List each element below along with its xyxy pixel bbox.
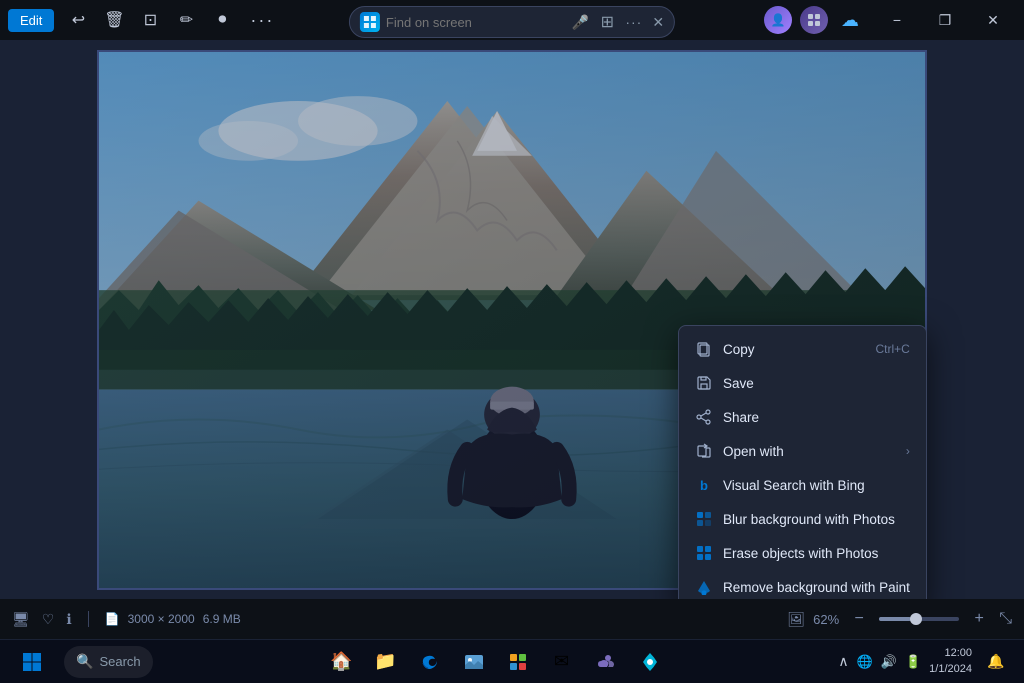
save-menu-item[interactable]: Save bbox=[679, 366, 926, 400]
taskbar-mail[interactable]: ✉ bbox=[542, 644, 582, 680]
fullscreen-button[interactable]: ⤡ bbox=[999, 610, 1012, 628]
zoom-slider[interactable] bbox=[879, 617, 959, 621]
snip-logo bbox=[360, 12, 380, 32]
copy-icon bbox=[695, 340, 713, 358]
chevron-up-icon[interactable]: ∧ bbox=[838, 653, 848, 670]
edit-label: Edit bbox=[20, 13, 42, 28]
system-icons: 👤 ☁ bbox=[764, 6, 864, 34]
status-bar: 🖥 ♡ ℹ 📄 3000 × 2000 6.9 MB 🖼 62% − + ⤡ bbox=[0, 599, 1024, 639]
remove-bg-menu-item[interactable]: Remove background with Paint bbox=[679, 570, 926, 599]
snip-close-button[interactable]: ✕ bbox=[652, 14, 664, 31]
visual-search-menu-item[interactable]: b Visual Search with Bing bbox=[679, 468, 926, 502]
visual-search-label: Visual Search with Bing bbox=[723, 478, 865, 493]
share-icon bbox=[695, 408, 713, 426]
widgets-icon[interactable] bbox=[800, 6, 828, 34]
sys-tray: ∧ 🌐 🔊 🔋 bbox=[838, 653, 921, 670]
taskbar-store[interactable] bbox=[498, 644, 538, 680]
find-on-screen-input[interactable] bbox=[386, 15, 566, 30]
taskbar: 🔍 Search 🏠 📁 bbox=[0, 639, 1024, 683]
blur-bg-menu-item[interactable]: Blur background with Photos bbox=[679, 502, 926, 536]
remove-bg-label: Remove background with Paint bbox=[723, 580, 910, 595]
notification-button[interactable]: 🔔 bbox=[980, 646, 1012, 678]
date: 1/1/2024 bbox=[929, 662, 972, 677]
win-controls: − ❐ ✕ bbox=[874, 4, 1016, 36]
taskbar-photos[interactable] bbox=[454, 644, 494, 680]
heart-icon: ♡ bbox=[42, 611, 55, 628]
taskbar-ai[interactable] bbox=[630, 644, 670, 680]
crop-button[interactable]: ⊡ bbox=[134, 4, 166, 36]
close-button[interactable]: ✕ bbox=[970, 4, 1016, 36]
erase-objects-label: Erase objects with Photos bbox=[723, 546, 878, 561]
context-menu: Copy Ctrl+C Save bbox=[678, 325, 927, 599]
erase-objects-menu-item[interactable]: Erase objects with Photos bbox=[679, 536, 926, 570]
undo-button[interactable]: ↩ bbox=[62, 4, 94, 36]
zoom-controls: 🖼 62% − + ⤡ bbox=[787, 607, 1012, 631]
save-label: Save bbox=[723, 376, 754, 391]
photo-icon: 🖼 bbox=[787, 611, 805, 628]
openwith-menu-item[interactable]: Open with › bbox=[679, 434, 926, 468]
taskbar-teams[interactable] bbox=[586, 644, 626, 680]
start-button[interactable] bbox=[12, 644, 52, 680]
minimize-button[interactable]: − bbox=[874, 4, 920, 36]
more-options-button[interactable]: ··· bbox=[242, 6, 282, 35]
monitor-icon: 🖥 bbox=[12, 611, 30, 628]
blur-bg-label: Blur background with Photos bbox=[723, 512, 895, 527]
network-icon[interactable]: 🌐 bbox=[857, 654, 873, 670]
video-button[interactable]: ⏺ bbox=[206, 4, 238, 36]
zoom-level: 62% bbox=[813, 612, 839, 627]
account-icon[interactable]: 👤 bbox=[764, 6, 792, 34]
share-label: Share bbox=[723, 410, 759, 425]
draw-button[interactable]: ✏ bbox=[170, 4, 202, 36]
title-bar: Edit ↩ 🗑 ⊡ ✏ ⏺ ··· 🎤 ⊞ ··· ✕ bbox=[0, 0, 1024, 40]
edit-button[interactable]: Edit bbox=[8, 9, 54, 32]
status-icons: 🖥 ♡ ℹ bbox=[12, 611, 72, 628]
zoom-in-button[interactable]: + bbox=[967, 607, 991, 631]
copy-shortcut: Ctrl+C bbox=[876, 342, 910, 356]
status-divider bbox=[88, 611, 89, 627]
snip-more-button[interactable]: ··· bbox=[625, 14, 642, 30]
file-info: 📄 3000 × 2000 6.9 MB bbox=[105, 612, 241, 626]
mic-icon[interactable]: 🎤 bbox=[572, 14, 589, 31]
snip-bar: 🎤 ⊞ ··· ✕ bbox=[349, 6, 675, 38]
taskbar-widgets[interactable]: 🏠 bbox=[322, 644, 362, 680]
file-size: 6.9 MB bbox=[203, 612, 241, 626]
bing-search-icon: b bbox=[695, 476, 713, 494]
clock: 12:00 bbox=[929, 646, 972, 661]
speaker-icon[interactable]: 🔊 bbox=[881, 654, 897, 670]
save-icon bbox=[695, 374, 713, 392]
openwith-icon bbox=[695, 442, 713, 460]
taskbar-left: 🔍 Search bbox=[12, 644, 153, 680]
photos-erase-icon bbox=[695, 544, 713, 562]
file-icon: 📄 bbox=[105, 612, 120, 626]
taskbar-files[interactable]: 📁 bbox=[366, 644, 406, 680]
paint-remove-icon bbox=[695, 578, 713, 596]
taskbar-center: 🏠 📁 bbox=[153, 644, 839, 680]
image-dimensions: 3000 × 2000 bbox=[128, 612, 195, 626]
content-area: Copy Ctrl+C Save bbox=[0, 40, 1024, 599]
copy-menu-item[interactable]: Copy Ctrl+C bbox=[679, 332, 926, 366]
battery-icon[interactable]: 🔋 bbox=[905, 654, 921, 670]
delete-button[interactable]: 🗑 bbox=[98, 4, 130, 36]
openwith-label: Open with bbox=[723, 444, 784, 459]
onedrive-icon[interactable]: ☁ bbox=[836, 6, 864, 34]
share-menu-item[interactable]: Share bbox=[679, 400, 926, 434]
zoom-slider-thumb bbox=[910, 613, 922, 625]
zoom-out-button[interactable]: − bbox=[847, 607, 871, 631]
openwith-arrow-icon: › bbox=[906, 444, 910, 458]
taskbar-search-bar[interactable]: 🔍 Search bbox=[64, 646, 153, 678]
windows-logo bbox=[22, 652, 42, 672]
search-bar-text: Search bbox=[99, 654, 140, 669]
maximize-button[interactable]: ❐ bbox=[922, 4, 968, 36]
search-icon: 🔍 bbox=[76, 653, 93, 670]
photos-blur-icon bbox=[695, 510, 713, 528]
snip-apps-button[interactable]: ⊞ bbox=[595, 10, 619, 34]
time-display[interactable]: 12:00 1/1/2024 bbox=[929, 646, 972, 677]
taskbar-edge[interactable] bbox=[410, 644, 450, 680]
zoom-slider-fill bbox=[879, 617, 911, 621]
copy-label: Copy bbox=[723, 342, 755, 357]
info-icon: ℹ bbox=[66, 611, 71, 628]
app-window: Edit ↩ 🗑 ⊡ ✏ ⏺ ··· 🎤 ⊞ ··· ✕ bbox=[0, 0, 1024, 683]
taskbar-right: ∧ 🌐 🔊 🔋 12:00 1/1/2024 🔔 bbox=[838, 646, 1012, 678]
